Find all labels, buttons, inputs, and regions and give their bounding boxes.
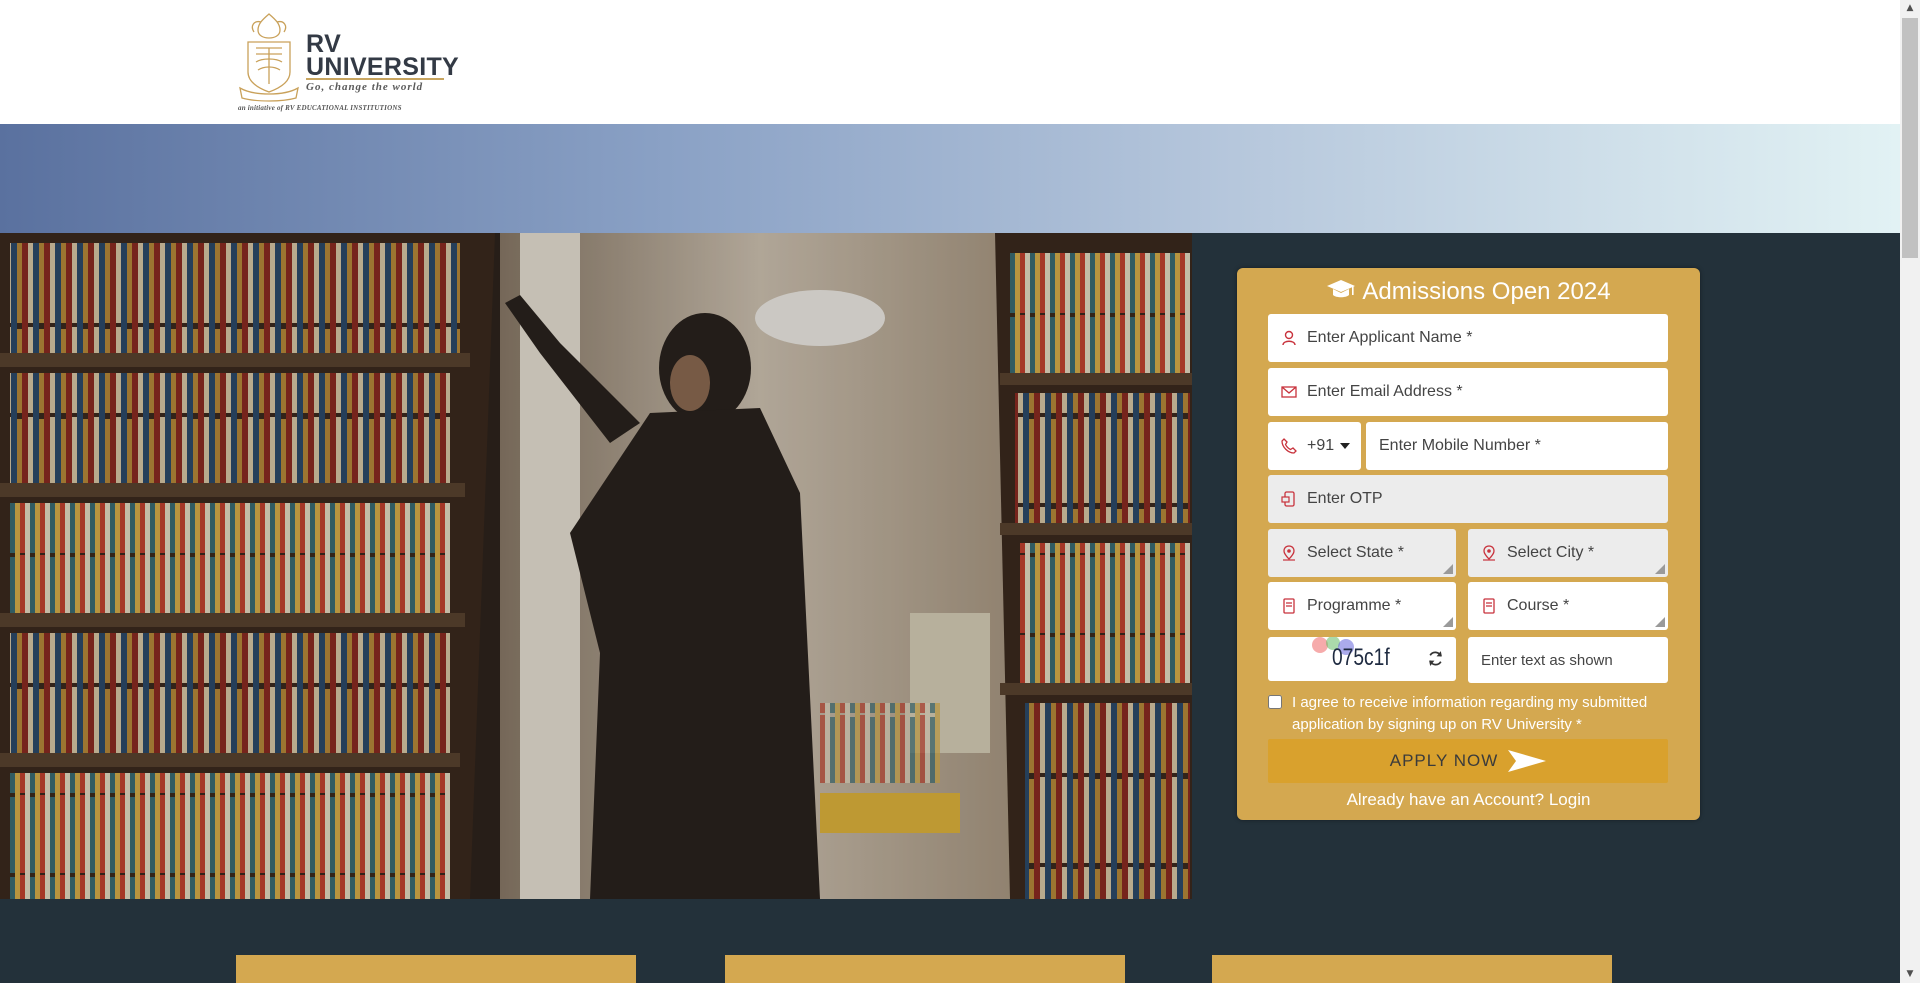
user-icon bbox=[1282, 330, 1296, 346]
location-pin-icon bbox=[1483, 545, 1495, 561]
state-label: Select State * bbox=[1307, 544, 1404, 561]
city-select[interactable]: Select City * bbox=[1468, 529, 1668, 577]
mobile-number-placeholder: Enter Mobile Number * bbox=[1379, 437, 1541, 454]
admission-form-card: Admissions Open 2024 Enter Applicant Nam… bbox=[1237, 268, 1700, 820]
logo-divider bbox=[306, 78, 444, 80]
captcha-code: 075c1f bbox=[1332, 644, 1390, 671]
applicant-name-field[interactable]: Enter Applicant Name * bbox=[1268, 314, 1668, 362]
hero-library-image bbox=[0, 233, 1192, 899]
programme-label: Programme * bbox=[1307, 597, 1402, 614]
scroll-up-arrow-icon[interactable]: ▲ bbox=[1900, 0, 1920, 17]
resize-corner bbox=[1443, 564, 1453, 574]
feature-tile-2[interactable] bbox=[725, 955, 1125, 983]
form-title-text: Admissions Open 2024 bbox=[1362, 278, 1611, 305]
resize-corner bbox=[1655, 564, 1665, 574]
course-select[interactable]: Course * bbox=[1468, 582, 1668, 630]
scrollbar-thumb[interactable] bbox=[1902, 18, 1918, 258]
captcha-input-placeholder: Enter text as shown bbox=[1481, 651, 1613, 669]
scroll-down-arrow-icon[interactable]: ▼ bbox=[1900, 966, 1920, 983]
graduation-cap-icon bbox=[1327, 280, 1356, 298]
consent-checkbox[interactable] bbox=[1268, 695, 1282, 709]
logo-subline: an initiative of RV EDUCATIONAL INSTITUT… bbox=[238, 104, 402, 112]
country-code-value: +91 bbox=[1307, 437, 1335, 454]
otp-placeholder: Enter OTP bbox=[1307, 490, 1383, 507]
resize-corner bbox=[1655, 617, 1665, 627]
captcha-box: 075c1f bbox=[1268, 637, 1456, 681]
email-field[interactable]: Enter Email Address * bbox=[1268, 368, 1668, 416]
form-title: Admissions Open 2024 bbox=[1237, 278, 1700, 306]
book-icon bbox=[1483, 598, 1495, 614]
programme-select[interactable]: Programme * bbox=[1268, 582, 1456, 630]
caret-down-icon bbox=[1340, 443, 1351, 449]
phone-icon bbox=[1281, 438, 1297, 454]
library-scene-image bbox=[0, 233, 1192, 899]
send-arrow-icon bbox=[1508, 750, 1547, 772]
gradient-banner bbox=[0, 124, 1900, 233]
location-pin-icon bbox=[1283, 545, 1295, 561]
captcha-input[interactable]: Enter text as shown bbox=[1468, 637, 1668, 683]
logo-tagline: Go, change the world bbox=[306, 81, 424, 93]
feature-tile-3[interactable] bbox=[1212, 955, 1612, 983]
apply-now-button[interactable]: APPLY NOW bbox=[1268, 739, 1668, 783]
site-header: RV UNIVERSITY Go, change the world an in… bbox=[0, 0, 1900, 124]
refresh-icon[interactable] bbox=[1427, 650, 1444, 667]
envelope-icon bbox=[1281, 386, 1297, 398]
login-link[interactable]: Already have an Account? Login bbox=[1237, 790, 1700, 810]
vertical-scrollbar[interactable]: ▲ ▼ bbox=[1900, 0, 1920, 983]
consent-text: I agree to receive information regarding… bbox=[1292, 694, 1648, 733]
rv-university-logo[interactable]: RV UNIVERSITY Go, change the world an in… bbox=[236, 8, 459, 116]
course-label: Course * bbox=[1507, 597, 1570, 614]
mobile-number-field[interactable]: Enter Mobile Number * bbox=[1366, 422, 1668, 470]
feature-tile-1[interactable] bbox=[236, 955, 636, 983]
book-icon bbox=[1283, 598, 1295, 614]
applicant-name-placeholder: Enter Applicant Name * bbox=[1307, 329, 1473, 346]
otp-field[interactable]: Enter OTP bbox=[1268, 475, 1668, 523]
state-select[interactable]: Select State * bbox=[1268, 529, 1456, 577]
email-placeholder: Enter Email Address * bbox=[1307, 383, 1463, 400]
mobile-otp-icon bbox=[1281, 491, 1295, 507]
apply-now-label: APPLY NOW bbox=[1389, 751, 1499, 770]
city-label: Select City * bbox=[1507, 544, 1595, 561]
resize-corner bbox=[1443, 617, 1453, 627]
country-code-select[interactable]: +91 bbox=[1268, 422, 1361, 470]
page: RV UNIVERSITY Go, change the world an in… bbox=[0, 0, 1920, 983]
university-crest-icon bbox=[239, 13, 299, 102]
consent-checkbox-row[interactable]: I agree to receive information regarding… bbox=[1268, 692, 1678, 736]
